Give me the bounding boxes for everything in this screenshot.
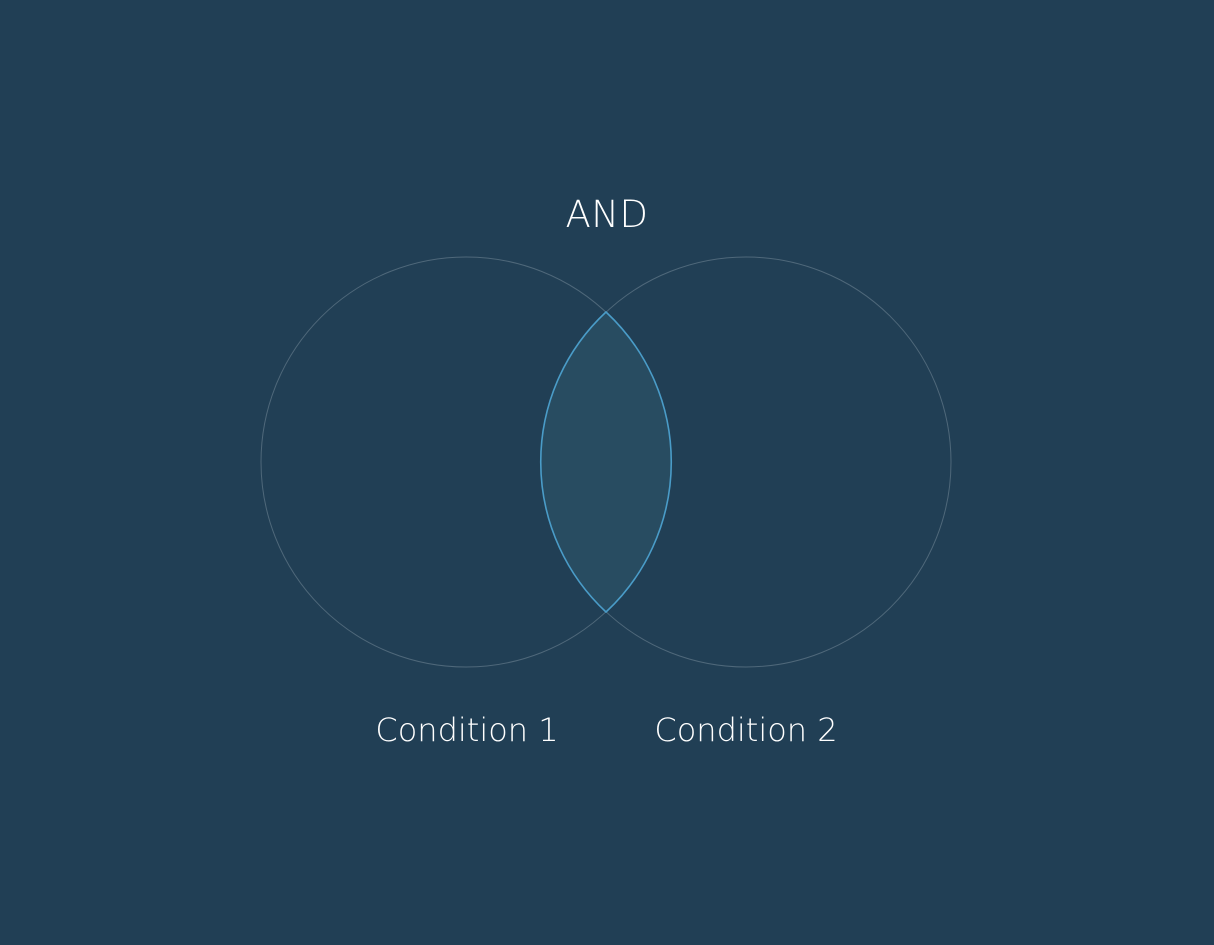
venn-diagram	[0, 0, 1214, 941]
operator-title: AND	[565, 193, 649, 236]
set-label-condition-1: Condition 1	[375, 711, 559, 749]
set-label-condition-2: Condition 2	[654, 711, 838, 749]
venn-diagram-canvas: AND Condition 1 Condition 2	[0, 0, 1214, 941]
